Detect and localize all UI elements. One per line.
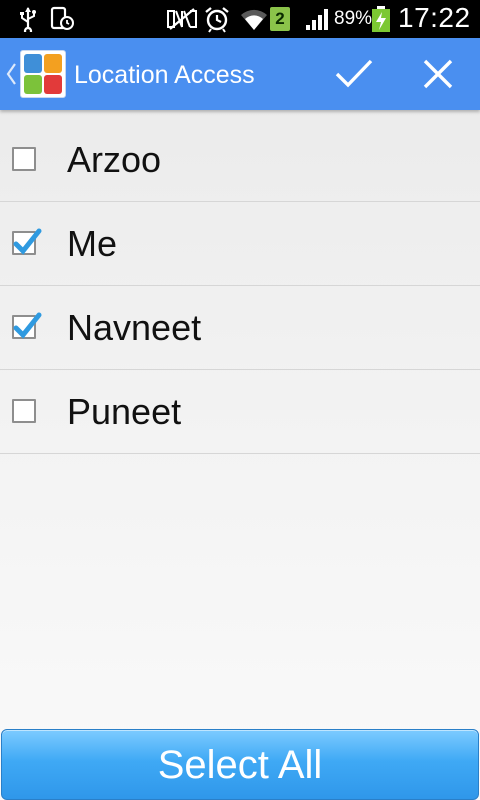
usb-icon [17,0,39,38]
page-title: Location Access [74,61,255,89]
battery-charging-icon [371,0,391,38]
contact-list: Arzoo Me Navneet Puneet [0,118,480,454]
app-icon-tile-red [44,75,62,94]
nfc-icon [166,0,198,38]
status-bar: 2 89% 17:22 [0,0,480,38]
alarm-icon [203,0,231,38]
list-item-arzoo[interactable]: Arzoo [0,118,480,202]
action-bar: Location Access [0,38,480,110]
contact-name: Arzoo [67,139,162,180]
sim-badge: 2 [270,7,290,31]
checkbox-unchecked[interactable] [12,147,36,171]
wifi-icon [240,0,268,38]
app-icon-tile-orange [44,54,62,73]
checkmark-icon [335,59,373,88]
signal-icon [305,0,331,38]
select-all-button[interactable]: Select All [1,729,479,800]
app-icon-tile-blue [24,54,42,73]
app-icon[interactable] [20,50,66,98]
clock: 17:22 [398,2,471,33]
checkbox-unchecked[interactable] [12,399,36,423]
app-icon-tile-green [24,75,42,94]
contact-name: Navneet [67,307,202,348]
contact-name: Puneet [67,391,182,432]
list-item-navneet[interactable]: Navneet [0,286,480,370]
cancel-button[interactable] [420,56,456,92]
contact-name: Me [67,223,118,264]
list-item-puneet[interactable]: Puneet [0,370,480,454]
battery-percent: 89% [334,8,373,29]
confirm-button[interactable] [334,56,374,92]
checkmark-icon [13,312,42,339]
screenshot-icon [50,0,76,38]
list-item-me[interactable]: Me [0,202,480,286]
back-chevron-icon[interactable] [5,60,17,93]
close-icon [423,59,453,89]
checkbox-checked[interactable] [12,312,42,339]
checkmark-icon [13,228,42,255]
checkbox-checked[interactable] [12,228,42,255]
